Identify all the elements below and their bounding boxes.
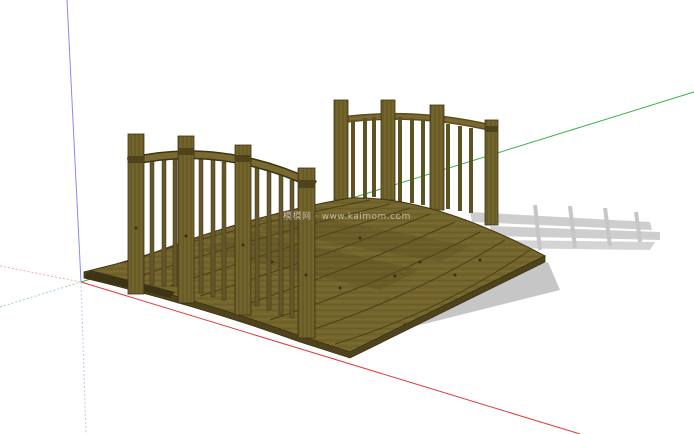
watermark-text: 模模网 · www.kaimom.com — [283, 212, 411, 222]
front-post-4 — [297, 167, 316, 339]
back-post-2 — [380, 99, 396, 201]
front-post-3 — [234, 144, 252, 316]
back-post-4 — [484, 119, 499, 226]
green-axis-dotted — [0, 281, 82, 308]
blue-axis — [66, 0, 82, 283]
blue-axis-dotted — [80, 281, 87, 434]
back-post-1 — [333, 99, 349, 201]
back-post-3 — [429, 104, 445, 211]
sketchup-viewport[interactable]: 模模网 · www.kaimom.com — [0, 0, 694, 434]
red-axis-dotted — [0, 265, 82, 283]
front-post-2 — [177, 135, 195, 304]
